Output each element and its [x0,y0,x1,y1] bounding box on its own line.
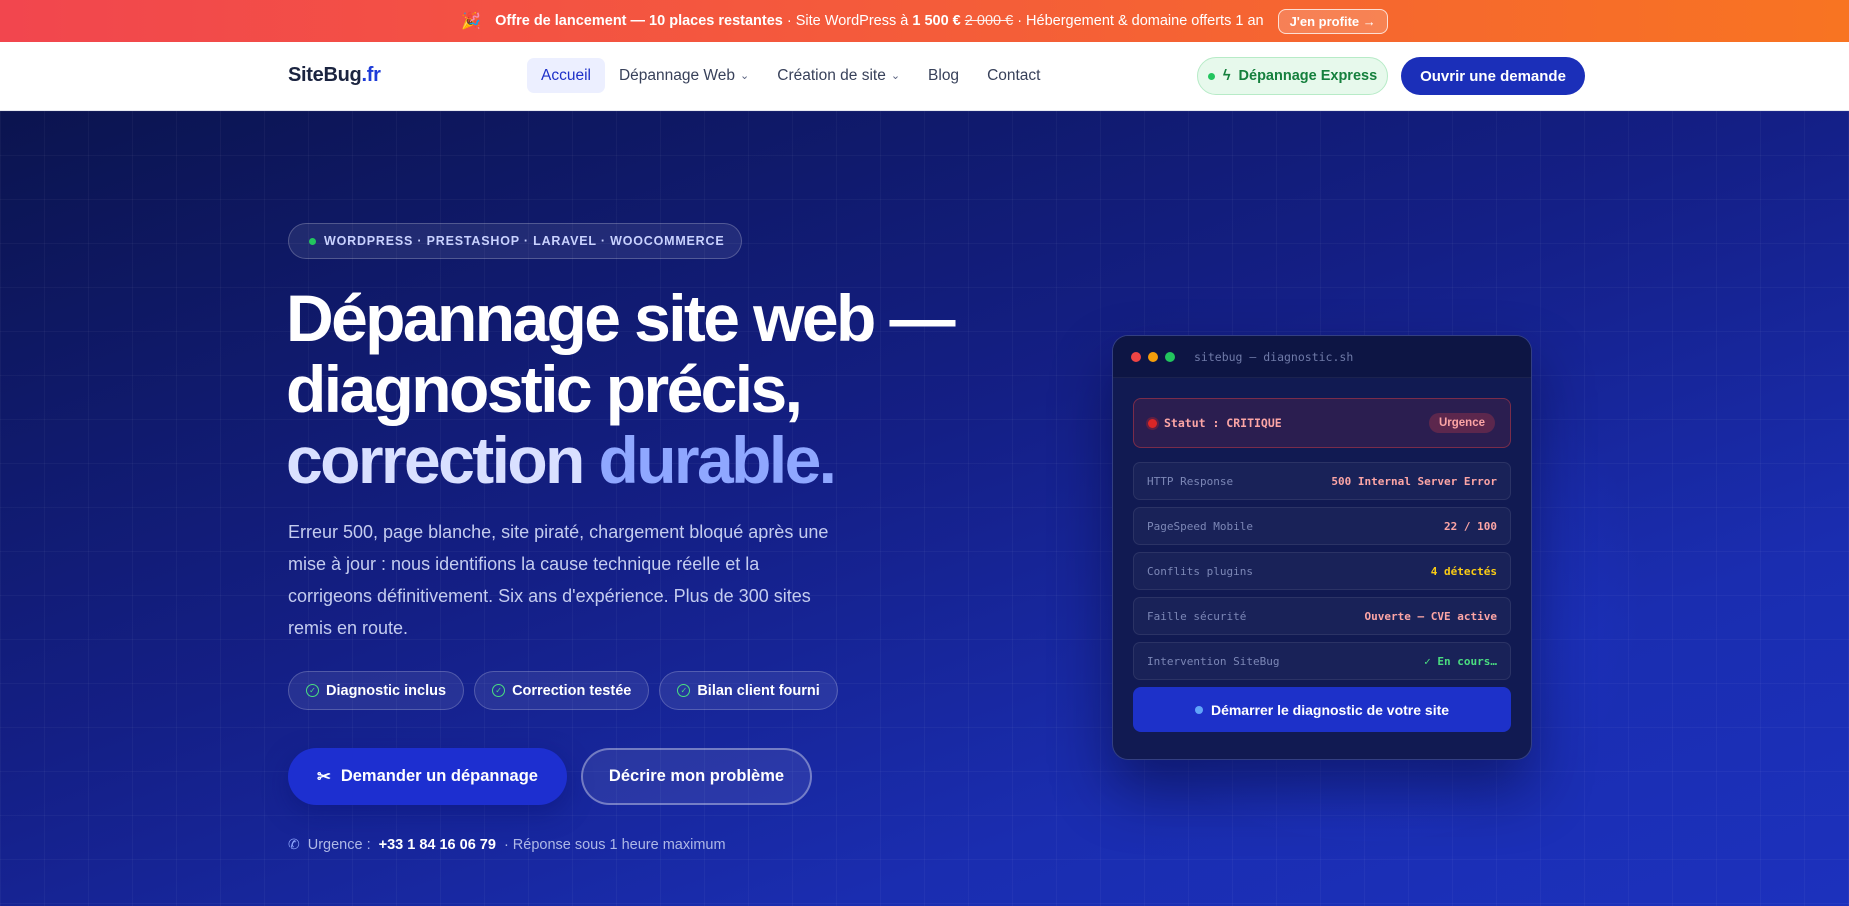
tools-icon: ✂ [317,767,331,786]
row-key: Faille sécurité [1147,609,1247,623]
window-minimize-dot-icon [1148,351,1158,362]
status-dot-icon [1194,705,1203,714]
diagnostic-row: HTTP Response 500 Internal Server Error [1133,462,1511,500]
nav-item-contact[interactable]: Contact [973,58,1054,93]
hero-title-accent: durable. [598,423,838,497]
express-label: Dépannage Express [1238,68,1378,84]
diagnostic-row: Conflits plugins 4 détectés [1133,552,1511,590]
logo-tld: .fr [361,64,381,86]
terminal-body: Statut : CRITIQUE Urgence HTTP Response 5… [1113,378,1531,732]
promo-extra: · Hébergement & domaine offerts 1 an [1017,13,1264,29]
nav-item-accueil[interactable]: Accueil [527,58,605,93]
promo-new-price: 1 500 € [912,13,961,29]
nav-item-label: Accueil [541,66,591,84]
status-label: Statut : CRITIQUE [1164,416,1282,430]
chevron-down-icon: ⌄ [740,70,750,82]
request-repair-button[interactable]: ✂ Demander un dépannage [288,748,567,805]
promo-old-price: 2 000 € [964,13,1014,29]
hero-section: WORDPRESS · PRESTASHOP · LARAVEL · WOOCO… [0,111,1849,906]
window-close-dot-icon [1131,351,1141,362]
check-circle-icon: ✓ [306,684,319,697]
technology-tags-text: WORDPRESS · PRESTASHOP · LARAVEL · WOOCO… [324,234,725,248]
row-key: HTTP Response [1147,474,1234,488]
chip-bilan: ✓ Bilan client fourni [659,671,838,710]
status-left: Statut : CRITIQUE [1148,416,1282,430]
chip-correction: ✓ Correction testée [474,671,650,710]
terminal-header: sitebug — diagnostic.sh [1113,336,1531,378]
describe-problem-button[interactable]: Décrire mon problème [581,748,812,805]
row-value: 500 Internal Server Error [1331,474,1497,488]
top-navigation: SiteBug.fr Accueil Dépannage Web ⌄ Créati… [0,42,1849,111]
row-key: Conflits plugins [1147,564,1253,578]
status-critical: Statut : CRITIQUE Urgence [1133,398,1511,448]
chip-label: Bilan client fourni [697,682,820,699]
row-key: PageSpeed Mobile [1147,519,1253,533]
chip-diagnostic: ✓ Diagnostic inclus [288,671,465,710]
start-diagnostic-label: Démarrer le diagnostic de votre site [1210,701,1450,718]
lightning-icon: ϟ [1222,68,1231,84]
hero-title-line3a: correction [286,423,585,497]
nav-item-depannage-web[interactable]: Dépannage Web ⌄ [605,58,763,93]
hero-title-line2: diagnostic précis, [286,352,803,426]
hero-title-line1: Dépannage site web — [286,281,955,355]
check-circle-icon: ✓ [492,684,506,697]
response-time: · Réponse sous 1 heure maximum [503,836,726,853]
chip-label: Correction testée [512,682,632,699]
promo-headline: Offre de lancement — 10 places restantes [495,13,783,29]
depannage-express-button[interactable]: ϟ Dépannage Express [1197,57,1388,95]
open-request-button[interactable]: Ouvrir une demande [1401,57,1585,95]
phone-number-link[interactable]: +33 1 84 16 06 79 [379,837,496,853]
promo-cta-button[interactable]: J'en profite → [1277,8,1388,34]
start-diagnostic-button[interactable]: Démarrer le diagnostic de votre site [1133,687,1511,732]
urgency-contact: ✆ Urgence : +33 1 84 16 06 79 · Réponse … [288,836,726,853]
row-value: ✓ En cours… [1424,654,1497,668]
diagnostic-row: Faille sécurité Ouverte — CVE active [1133,597,1511,635]
nav-item-blog[interactable]: Blog [914,58,973,93]
chevron-down-icon: ⌄ [890,70,901,82]
benefit-chips: ✓ Diagnostic inclus ✓ Correction testée ✓ B… [288,671,838,710]
nav-item-label: Blog [928,66,960,84]
diagnostic-row: PageSpeed Mobile 22 / 100 [1133,507,1511,545]
status-badge: Urgence [1428,413,1495,433]
diagnostic-terminal-card: sitebug — diagnostic.sh Statut : CRITIQU… [1112,335,1532,760]
row-value: Ouverte — CVE active [1364,609,1497,623]
alert-dot-icon [1148,418,1157,428]
promo-text: Offre de lancement — 10 places restantes… [495,13,1263,29]
nav-item-label: Création de site [777,66,886,84]
online-status-icon [1207,72,1215,80]
check-circle-icon: ✓ [677,684,691,697]
row-value: 22 / 100 [1444,519,1497,533]
site-logo[interactable]: SiteBug.fr [288,64,381,87]
row-key: Intervention SiteBug [1147,654,1280,668]
nav-item-label: Contact [987,66,1041,84]
hero-lead: Erreur 500, page blanche, site piraté, c… [288,522,829,638]
phone-icon: ✆ [288,836,300,852]
nav-item-label: Dépannage Web [618,66,736,84]
logo-name: SiteBug [288,64,362,86]
technology-tags: WORDPRESS · PRESTASHOP · LARAVEL · WOOCO… [288,223,742,259]
main-menu: Accueil Dépannage Web ⌄ Création de site ⌄… [527,58,1054,93]
window-maximize-dot-icon [1165,351,1175,362]
promo-bar: 🎉 Offre de lancement — 10 places restant… [0,0,1849,42]
terminal-title: sitebug — diagnostic.sh [1194,349,1354,364]
urgency-label: Urgence : [307,836,371,853]
hero-title: Dépannage site web — diagnostic précis, … [286,281,955,497]
party-popper-icon: 🎉 [461,13,482,30]
row-value: 4 détectés [1430,564,1497,578]
nav-item-creation-de-site[interactable]: Création de site ⌄ [763,58,914,93]
promo-offer: · Site WordPress à [786,13,909,29]
diagnostic-row: Intervention SiteBug ✓ En cours… [1133,642,1511,680]
chip-label: Diagnostic inclus [326,682,447,699]
status-dot-icon [309,237,316,245]
request-repair-label: Demander un dépannage [340,767,538,785]
